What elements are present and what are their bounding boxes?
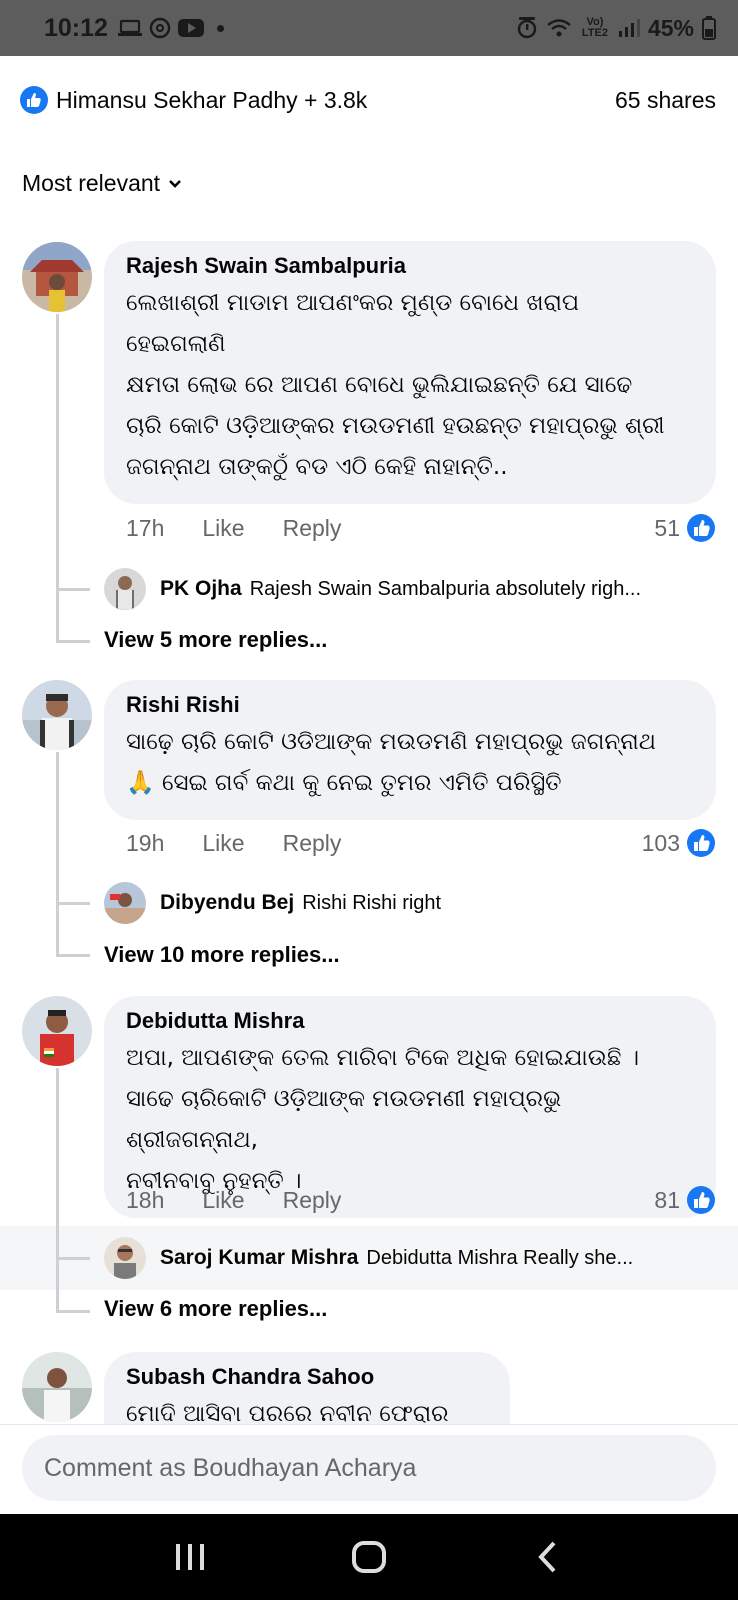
- comment-thread: Subash Chandra Sahoo ମୋଦି ଆସିବା ପରରେ ନବୀ…: [0, 0, 738, 1424]
- system-nav-bar: [0, 1514, 738, 1600]
- back-icon: [538, 1541, 556, 1573]
- comment-author[interactable]: Subash Chandra Sahoo: [126, 1364, 488, 1390]
- avatar[interactable]: [22, 1352, 92, 1422]
- comment-bubble: Subash Chandra Sahoo ମୋଦି ଆସିବା ପରରେ ନବୀ…: [104, 1352, 510, 1424]
- home-icon: [351, 1541, 386, 1573]
- comment-composer: Comment as Boudhayan Acharya: [0, 1424, 738, 1516]
- recent-apps-button[interactable]: [160, 1527, 220, 1587]
- home-button[interactable]: [339, 1527, 399, 1587]
- comment-input[interactable]: Comment as Boudhayan Acharya: [22, 1435, 716, 1501]
- recent-apps-icon: [175, 1544, 204, 1570]
- back-button[interactable]: [518, 1527, 578, 1587]
- comment-text: ମୋଦି ଆସିବା ପରରେ ନବୀନ ଫେରାର: [126, 1401, 449, 1424]
